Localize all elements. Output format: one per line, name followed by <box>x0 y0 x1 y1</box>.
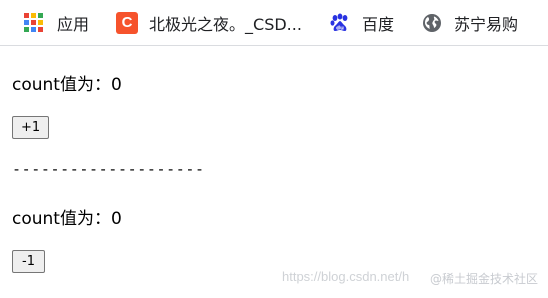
bookmark-baidu[interactable]: du 百度 <box>329 8 394 38</box>
apps-grid-dot <box>31 13 36 18</box>
bookmark-csdn[interactable]: C 北极光之夜。_CSD... <box>116 8 302 38</box>
bookmark-apps[interactable]: 应用 <box>24 8 89 38</box>
bookmark-suning[interactable]: 苏宁易购 <box>421 8 518 38</box>
apps-grid-dot <box>24 13 29 18</box>
apps-grid-icon <box>24 13 46 32</box>
apps-grid-dot <box>31 27 36 32</box>
decrement-button[interactable]: -1 <box>12 250 45 273</box>
svg-text:du: du <box>336 25 344 31</box>
count-display: count值为：0 <box>12 209 122 229</box>
csdn-logo-icon: C <box>116 11 139 34</box>
globe-icon <box>421 12 443 34</box>
bookmark-label: 苏宁易购 <box>453 14 518 34</box>
bookmarks-bar: 应用 C 北极光之夜。_CSD... du 百度 苏宁易购 <box>0 0 548 46</box>
watermark-brand: @稀土掘金技术社区 <box>430 272 539 286</box>
divider-text: -------------------- <box>12 160 205 178</box>
count-display: count值为：0 <box>12 75 122 95</box>
bookmark-label: 北极光之夜。_CSD... <box>149 14 302 34</box>
apps-grid-dot <box>24 20 29 25</box>
apps-grid-dot <box>31 20 36 25</box>
page-content: count值为：0 +1 -------------------- count值… <box>0 46 548 298</box>
apps-grid-dot <box>38 27 43 32</box>
bookmark-label: 应用 <box>57 14 90 34</box>
increment-button[interactable]: +1 <box>12 116 50 139</box>
apps-grid-dot <box>38 20 43 25</box>
baidu-paw-icon: du <box>329 12 351 34</box>
watermark-url: https://blog.csdn.net/h <box>282 269 410 284</box>
bookmark-label: 百度 <box>361 14 394 34</box>
apps-grid-dot <box>38 13 43 18</box>
apps-grid-dot <box>24 27 29 32</box>
